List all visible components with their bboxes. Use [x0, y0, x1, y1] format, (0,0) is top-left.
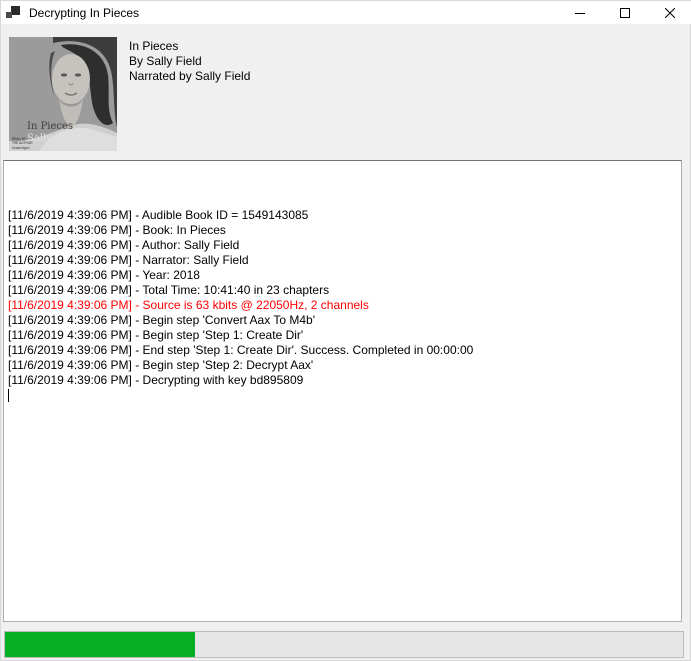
log-line: [11/6/2019 4:39:06 PM] - Narrator: Sally…: [8, 253, 677, 268]
book-info: In Pieces By Sally Field Narrated by Sal…: [129, 39, 250, 84]
book-cover: In Pieces Sally Field READ BY THE AUTHOR…: [9, 37, 117, 151]
cover-title-text: In Pieces: [27, 121, 73, 132]
minimize-button[interactable]: [557, 1, 602, 24]
maximize-button[interactable]: [602, 1, 647, 24]
close-icon: [665, 8, 675, 18]
text-caret: [8, 389, 9, 402]
log-line: [11/6/2019 4:39:06 PM] - Total Time: 10:…: [8, 283, 677, 298]
window-controls: [557, 1, 691, 24]
window-title: Decrypting In Pieces: [29, 6, 557, 20]
app-window-icon: [6, 5, 22, 21]
log-line: [11/6/2019 4:39:06 PM] - Begin step 'Ste…: [8, 358, 677, 373]
book-author-label: By Sally Field: [129, 54, 250, 69]
minimize-icon: [575, 8, 585, 18]
cover-author-text: Sally Field: [27, 133, 81, 144]
cover-unabridged-text: Unabridged: [12, 146, 30, 150]
titlebar[interactable]: Decrypting In Pieces: [1, 1, 691, 24]
log-line: [11/6/2019 4:39:06 PM] - Author: Sally F…: [8, 238, 677, 253]
book-narrator-label: Narrated by Sally Field: [129, 69, 250, 84]
progress-bar-fill: [5, 632, 195, 657]
log-line: [11/6/2019 4:39:06 PM] - Year: 2018: [8, 268, 677, 283]
progress-bar: [4, 631, 684, 658]
log-line: [11/6/2019 4:39:06 PM] - Audible Book ID…: [8, 208, 677, 223]
book-cover-art: In Pieces Sally Field READ BY THE AUTHOR…: [9, 37, 117, 151]
maximize-icon: [620, 8, 630, 18]
log-textbox[interactable]: [11/6/2019 4:39:06 PM] - Audible Book ID…: [3, 160, 682, 622]
log-line: [11/6/2019 4:39:06 PM] - Decrypting with…: [8, 373, 677, 388]
log-line: [11/6/2019 4:39:06 PM] - Source is 63 kb…: [8, 298, 677, 313]
log-line: [11/6/2019 4:39:06 PM] - Book: In Pieces: [8, 223, 677, 238]
log-line: [11/6/2019 4:39:06 PM] - Begin step 'Ste…: [8, 328, 677, 343]
close-button[interactable]: [647, 1, 691, 24]
log-line: [11/6/2019 4:39:06 PM] - Begin step 'Con…: [8, 313, 677, 328]
cover-readby-line2: THE AUTHOR: [12, 141, 33, 145]
app-window: { "window": { "title": "Decrypting In Pi…: [0, 0, 691, 661]
book-title-label: In Pieces: [129, 39, 250, 54]
log-line: [11/6/2019 4:39:06 PM] - End step 'Step …: [8, 343, 677, 358]
